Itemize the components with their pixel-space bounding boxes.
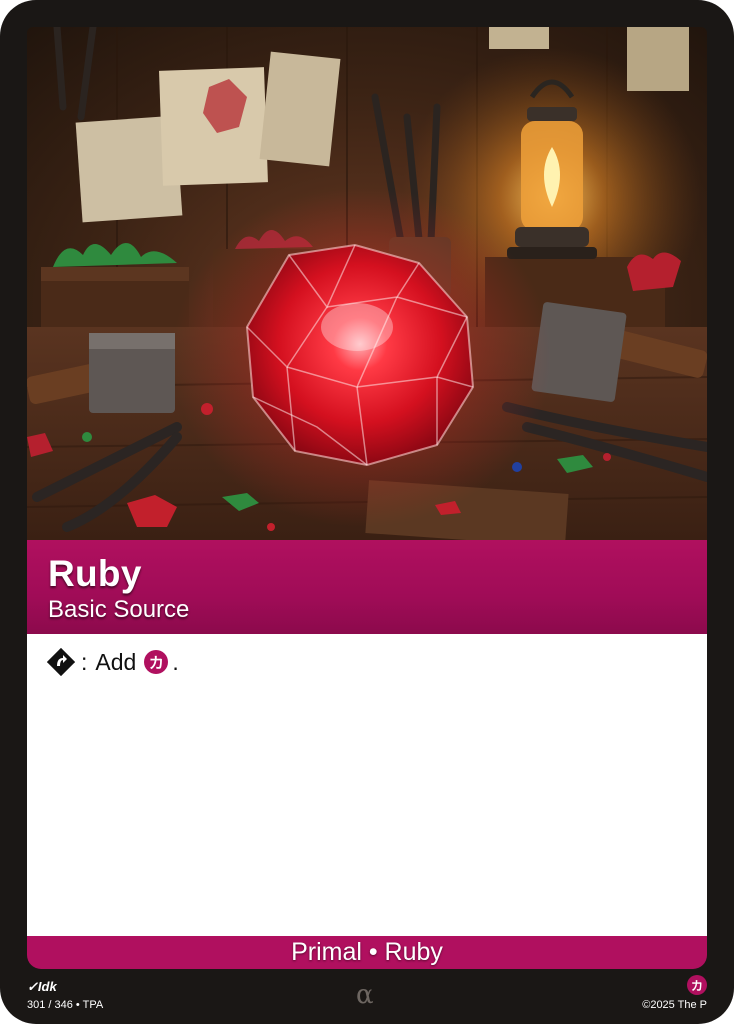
rules-text: : Add カ . xyxy=(47,648,179,676)
type-line-band: Primal • Ruby xyxy=(27,936,707,969)
title-band: Ruby Basic Source xyxy=(27,540,707,634)
copyright: ©2025 The P xyxy=(642,999,707,1011)
mana-symbol-icon: カ xyxy=(144,650,169,674)
card: Ruby Basic Source : Add カ . Primal • Rub… xyxy=(0,0,734,1024)
rarity-icon: α xyxy=(356,980,374,1010)
artist-credit: ✓Idk xyxy=(27,979,57,994)
tap-diamond-icon xyxy=(47,648,75,676)
card-subtype: Basic Source xyxy=(48,596,190,623)
rules-add-word: Add xyxy=(95,648,137,675)
footer-mana-icon: カ xyxy=(687,975,707,995)
card-name: Ruby xyxy=(48,553,142,594)
type-line: Primal • Ruby xyxy=(291,938,443,966)
rules-colon: : xyxy=(81,648,88,675)
rules-period: . xyxy=(172,648,179,675)
card-art xyxy=(27,27,707,540)
ruby-gem-illustration xyxy=(27,27,707,540)
set-info: 301 / 346 • TPA xyxy=(27,999,104,1011)
rules-box: : Add カ . xyxy=(27,634,707,936)
